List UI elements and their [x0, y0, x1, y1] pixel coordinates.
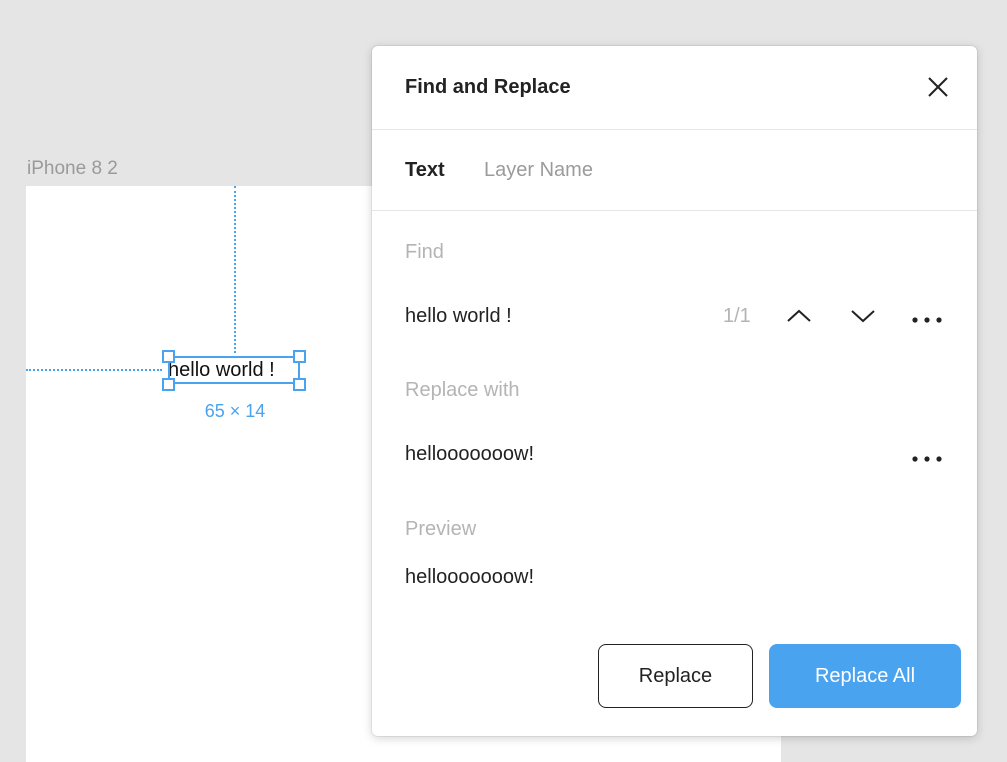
- selection-box: [168, 356, 300, 384]
- tab-text[interactable]: Text: [405, 159, 445, 182]
- find-label: Find: [405, 241, 444, 263]
- more-icon: [912, 456, 942, 462]
- resize-handle-bottom-right[interactable]: [293, 378, 306, 391]
- resize-handle-top-left[interactable]: [162, 350, 175, 363]
- selection-dimensions: 65 × 14: [204, 401, 266, 421]
- next-match-button[interactable]: [850, 308, 876, 329]
- vertical-guide: [234, 186, 236, 353]
- close-icon: [928, 77, 948, 97]
- find-input[interactable]: hello world !: [405, 305, 512, 328]
- find-replace-panel: Find and Replace Text Layer Name Find he…: [372, 46, 977, 736]
- find-options-button[interactable]: [911, 312, 943, 330]
- resize-handle-top-right[interactable]: [293, 350, 306, 363]
- tab-bar: Text Layer Name: [372, 130, 977, 211]
- chevron-up-icon: [787, 309, 811, 322]
- panel-header: Find and Replace: [372, 46, 977, 130]
- preview-label: Preview: [405, 518, 477, 540]
- panel-title: Find and Replace: [405, 76, 571, 98]
- match-counter: 1/1: [723, 305, 751, 327]
- close-button[interactable]: [925, 74, 951, 100]
- tab-layer-name[interactable]: Layer Name: [484, 159, 593, 182]
- previous-match-button[interactable]: [786, 308, 812, 329]
- replace-button[interactable]: Replace: [598, 644, 753, 708]
- replace-input[interactable]: hellooooooow!: [405, 443, 534, 466]
- resize-handle-bottom-left[interactable]: [162, 378, 175, 391]
- replace-label: Replace with: [405, 379, 520, 401]
- chevron-down-icon: [851, 310, 875, 323]
- horizontal-guide: [26, 369, 162, 371]
- frame-label[interactable]: iPhone 8 2: [27, 158, 118, 180]
- replace-options-button[interactable]: [911, 451, 943, 469]
- replace-all-button[interactable]: Replace All: [769, 644, 961, 708]
- preview-text: hellooooooow!: [405, 566, 534, 588]
- more-icon: [912, 317, 942, 323]
